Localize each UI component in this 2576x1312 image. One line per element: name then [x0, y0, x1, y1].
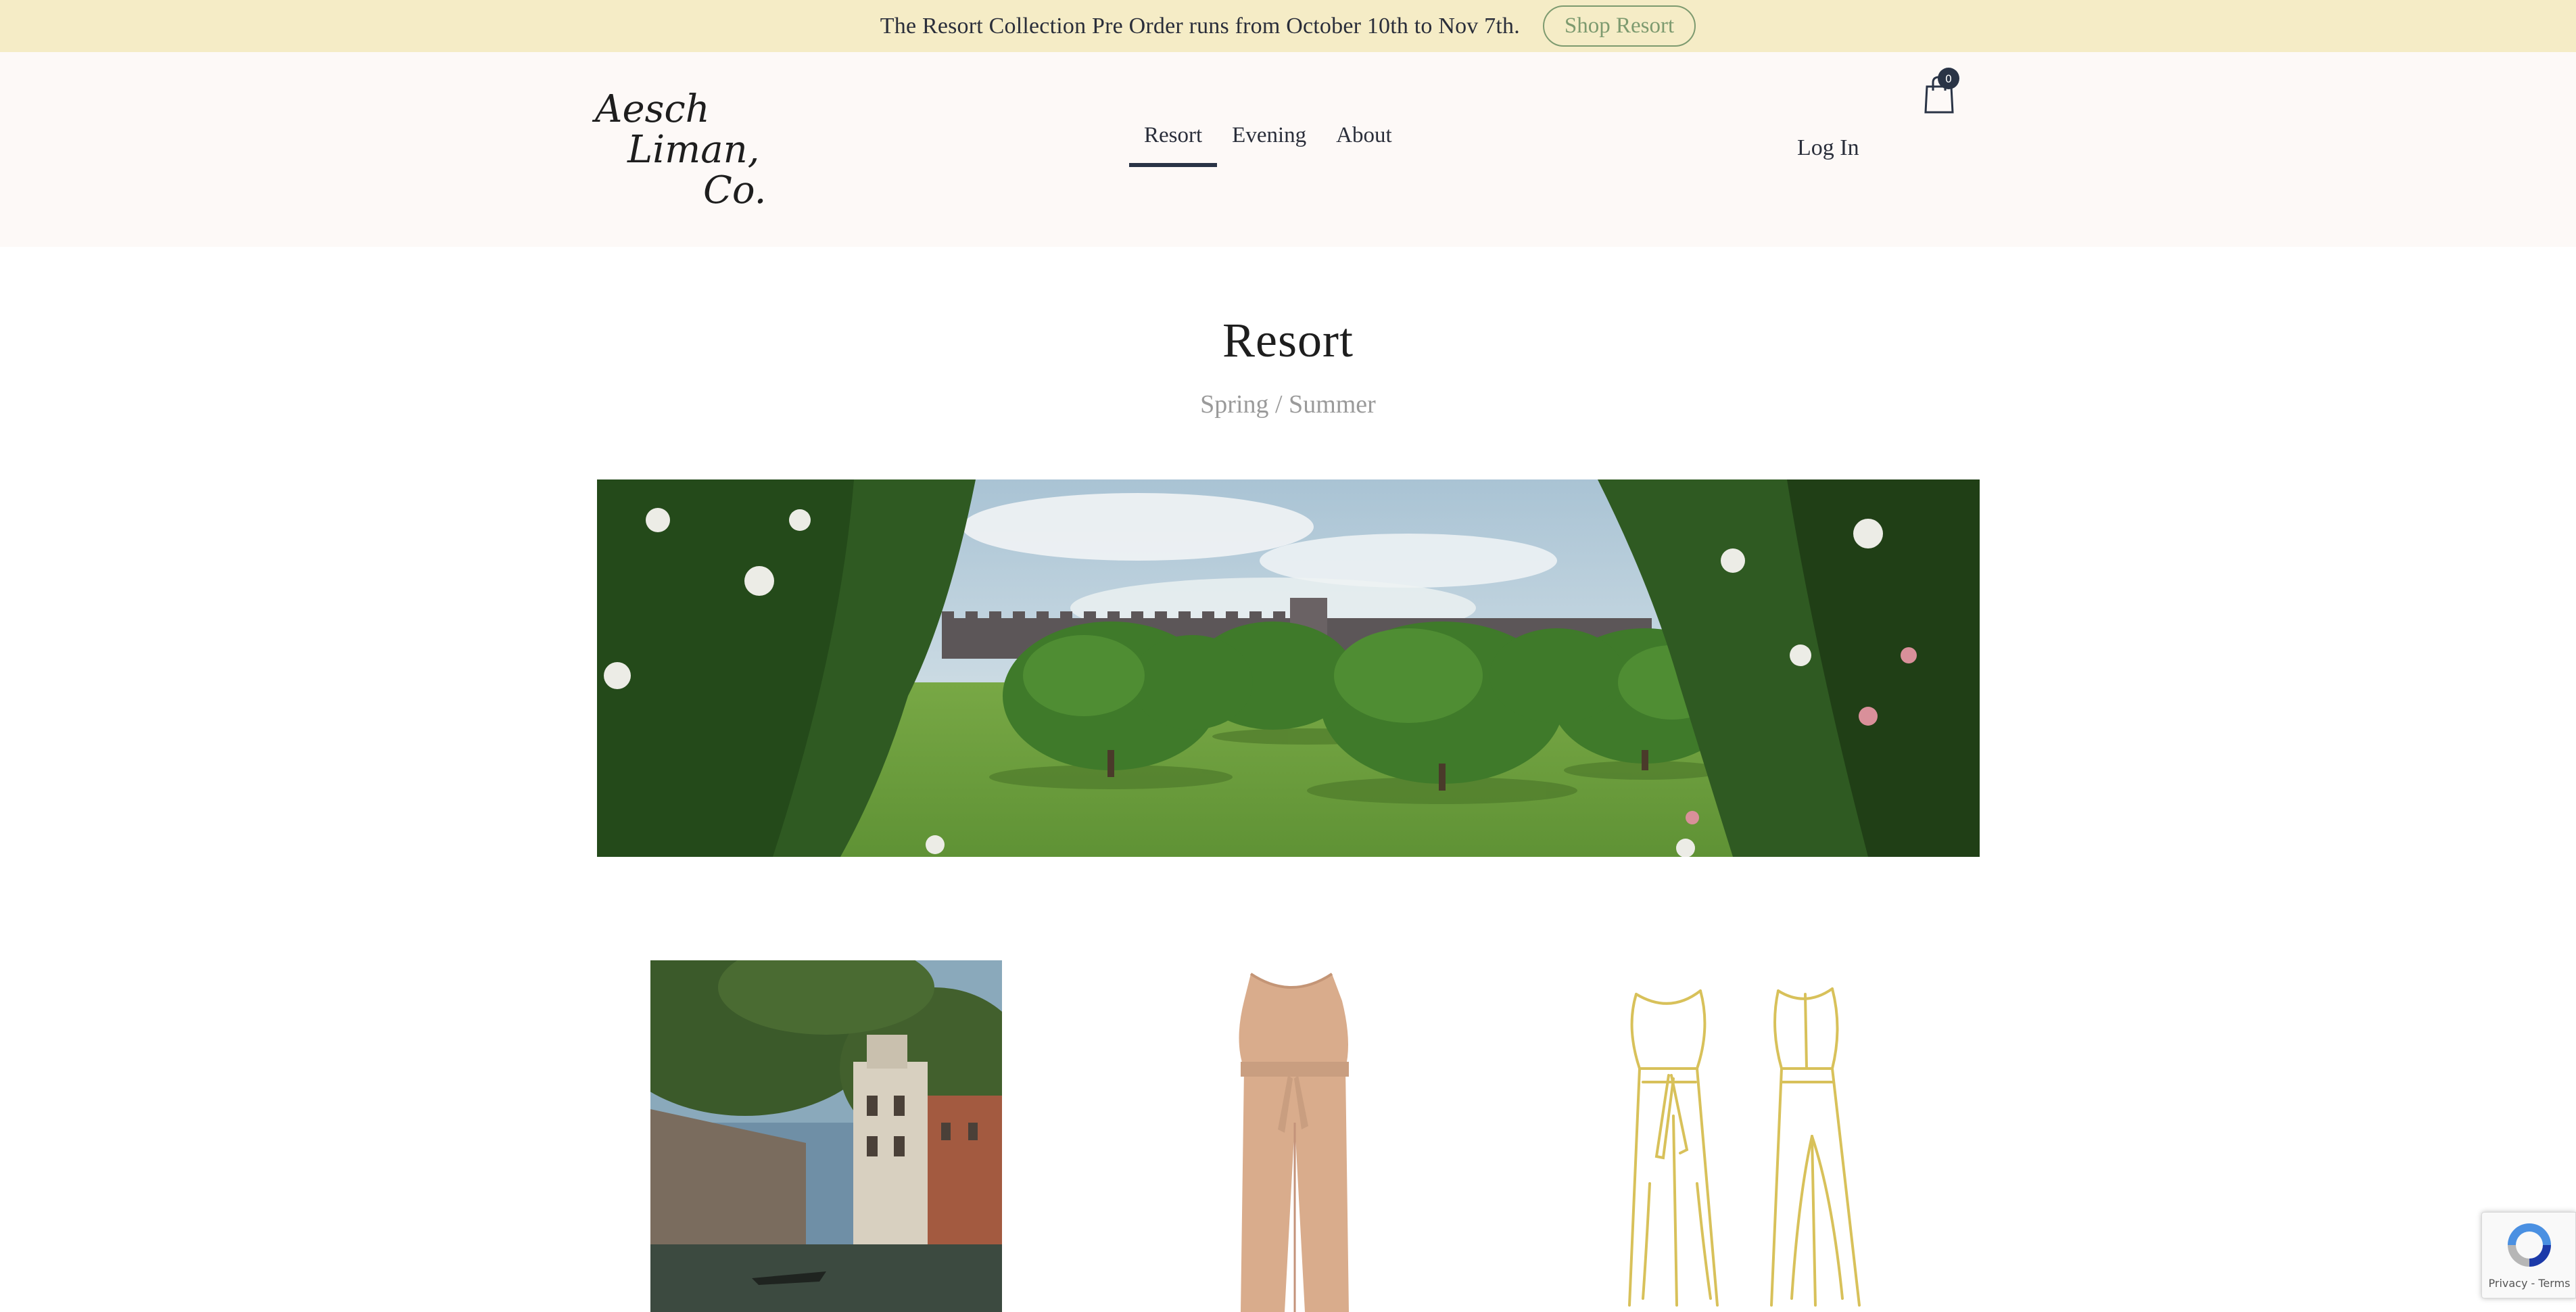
main-nav: Resort Evening About	[1129, 123, 1407, 167]
page-title: Resort	[1222, 313, 1354, 367]
product-image-venice-canal[interactable]	[650, 960, 1002, 1312]
shop-resort-button[interactable]: Shop Resort	[1542, 5, 1696, 47]
product-image-jumpsuit-sketch[interactable]	[1609, 981, 1893, 1312]
recaptcha-badge[interactable]: Privacy - Terms	[2481, 1212, 2576, 1298]
log-in-link[interactable]: Log In	[1797, 135, 1859, 161]
hero-orchard-image	[597, 479, 1980, 857]
page-subtitle: Spring / Summer	[1200, 390, 1376, 419]
logo-line-3: Co.	[703, 168, 767, 212]
cart-count-badge: 0	[1938, 68, 1959, 89]
logo-line-2: Liman,	[627, 128, 760, 172]
brand-logo[interactable]: Aesch Liman, Co.	[595, 89, 771, 211]
announcement-bar: The Resort Collection Pre Order runs fro…	[0, 0, 2576, 52]
product-image-beige-jumpsuit[interactable]	[1176, 960, 1406, 1312]
nav-item-evening[interactable]: Evening	[1217, 123, 1321, 167]
site-header: Aesch Liman, Co. Resort Evening About Lo…	[0, 52, 2576, 247]
announcement-text: The Resort Collection Pre Order runs fro…	[880, 13, 1520, 39]
recaptcha-icon	[2508, 1223, 2551, 1267]
nav-item-resort[interactable]: Resort	[1129, 123, 1218, 167]
recaptcha-privacy-terms[interactable]: Privacy - Terms	[2482, 1277, 2576, 1290]
logo-line-1: Aesch	[595, 87, 710, 131]
nav-item-about[interactable]: About	[1321, 123, 1407, 167]
